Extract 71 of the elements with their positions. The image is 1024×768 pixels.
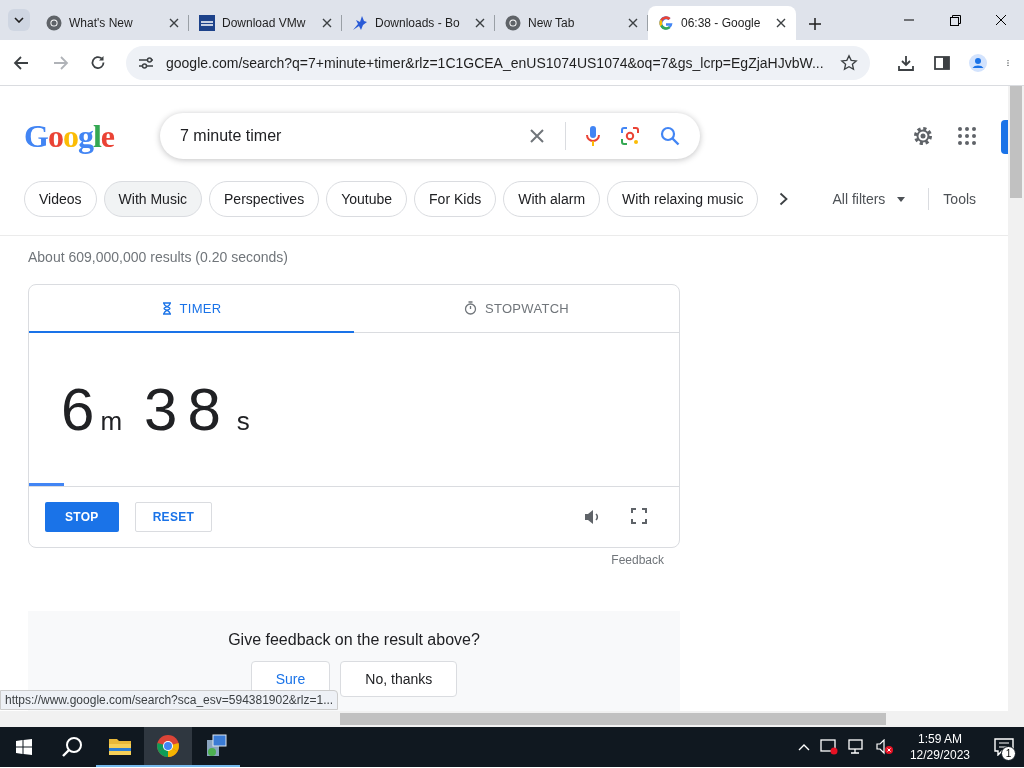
close-icon[interactable] bbox=[475, 18, 485, 28]
taskbar-clock[interactable]: 1:59 AM 12/29/2023 bbox=[909, 731, 970, 763]
feedback-link[interactable]: Feedback bbox=[611, 553, 664, 567]
close-icon[interactable] bbox=[169, 18, 179, 28]
chevron-up-icon[interactable] bbox=[797, 743, 810, 751]
stopwatch-icon bbox=[463, 301, 477, 315]
settings-icon[interactable] bbox=[912, 125, 934, 147]
fullscreen-icon[interactable] bbox=[631, 508, 647, 524]
timer-tab[interactable]: TIMER bbox=[29, 285, 354, 333]
remote-alert-icon[interactable] bbox=[819, 739, 838, 755]
caret-icon bbox=[897, 196, 906, 202]
notification-center-button[interactable]: 1 bbox=[984, 727, 1024, 767]
new-tab-icon[interactable] bbox=[808, 17, 822, 31]
address-bar[interactable]: google.com/search?q=7+minute+timer&rlz=1C1GCEA_enUS1074US1074&oq=7&gs_lcrp=EgZjaHJvbW... bbox=[126, 45, 870, 80]
search-field[interactable]: 7 minute timer bbox=[160, 113, 700, 159]
browser-tab[interactable]: 06:38 - Google bbox=[648, 6, 796, 40]
result-stats: About 609,000,000 results (0.20 seconds) bbox=[28, 249, 289, 265]
all-filters-dropdown[interactable]: All filters bbox=[832, 191, 906, 207]
search-icon[interactable] bbox=[660, 126, 680, 146]
chrome-icon bbox=[46, 15, 62, 31]
bird-icon bbox=[352, 15, 368, 31]
windows-logo-icon bbox=[16, 739, 32, 755]
close-icon[interactable] bbox=[776, 18, 786, 28]
clock-date: 12/29/2023 bbox=[909, 747, 970, 763]
camera-search-icon[interactable] bbox=[620, 126, 640, 146]
vertical-scrollbar[interactable] bbox=[1008, 86, 1024, 711]
notification-count: 1 bbox=[1001, 746, 1016, 761]
message-icon bbox=[994, 738, 1014, 756]
horizontal-scrollbar[interactable] bbox=[0, 711, 1024, 727]
tools-link[interactable]: Tools bbox=[943, 191, 977, 207]
stop-button[interactable]: STOP bbox=[45, 502, 119, 532]
minutes-unit: m bbox=[100, 406, 123, 437]
chrome-icon bbox=[156, 734, 180, 758]
google-icon bbox=[658, 15, 674, 31]
no-thanks-button[interactable]: No, thanks bbox=[340, 661, 458, 697]
browser-tab[interactable]: Download VMw bbox=[189, 6, 342, 40]
volume-muted-icon[interactable] bbox=[875, 739, 894, 755]
installer-icon bbox=[204, 734, 228, 758]
reset-button[interactable]: RESET bbox=[134, 502, 213, 532]
star-icon[interactable] bbox=[840, 52, 858, 73]
close-icon[interactable] bbox=[322, 18, 332, 28]
volume-icon[interactable] bbox=[583, 508, 601, 526]
timer-minutes: 6 bbox=[61, 375, 95, 444]
timer-seconds: 38 bbox=[144, 375, 231, 444]
folder-icon bbox=[108, 736, 132, 756]
apps-grid-icon[interactable] bbox=[958, 127, 976, 145]
feedback-question: Give feedback on the result above? bbox=[228, 631, 480, 649]
tab-search-button[interactable] bbox=[8, 9, 30, 31]
chrome-icon bbox=[505, 15, 521, 31]
browser-tab[interactable]: Downloads - Bo bbox=[342, 6, 495, 40]
close-icon[interactable] bbox=[628, 18, 638, 28]
vmware-icon bbox=[199, 15, 215, 31]
browser-tab[interactable]: What's New bbox=[36, 6, 189, 40]
timer-tab[interactable]: STOPWATCH bbox=[354, 285, 679, 333]
filter-chip[interactable]: With Music bbox=[103, 181, 202, 217]
network-icon[interactable] bbox=[847, 739, 866, 755]
status-url-tooltip: https://www.google.com/search?sca_esv=594381902&rlz=1... bbox=[0, 690, 339, 710]
taskbar-app[interactable] bbox=[144, 727, 192, 767]
search-icon bbox=[61, 736, 83, 758]
profile-icon[interactable] bbox=[968, 52, 988, 73]
hourglass-icon bbox=[161, 301, 172, 315]
chevron-right-icon[interactable] bbox=[779, 192, 789, 206]
browser-tab[interactable]: New Tab bbox=[495, 6, 648, 40]
clear-icon[interactable] bbox=[529, 128, 545, 144]
chevron-down-icon bbox=[14, 17, 24, 23]
sign-in-tab[interactable] bbox=[1001, 120, 1008, 154]
site-settings-icon[interactable] bbox=[138, 55, 154, 70]
seconds-unit: s bbox=[236, 406, 250, 437]
google-logo[interactable]: Google bbox=[24, 117, 160, 155]
clock-time: 1:59 AM bbox=[917, 731, 962, 747]
microphone-icon[interactable] bbox=[586, 125, 600, 147]
